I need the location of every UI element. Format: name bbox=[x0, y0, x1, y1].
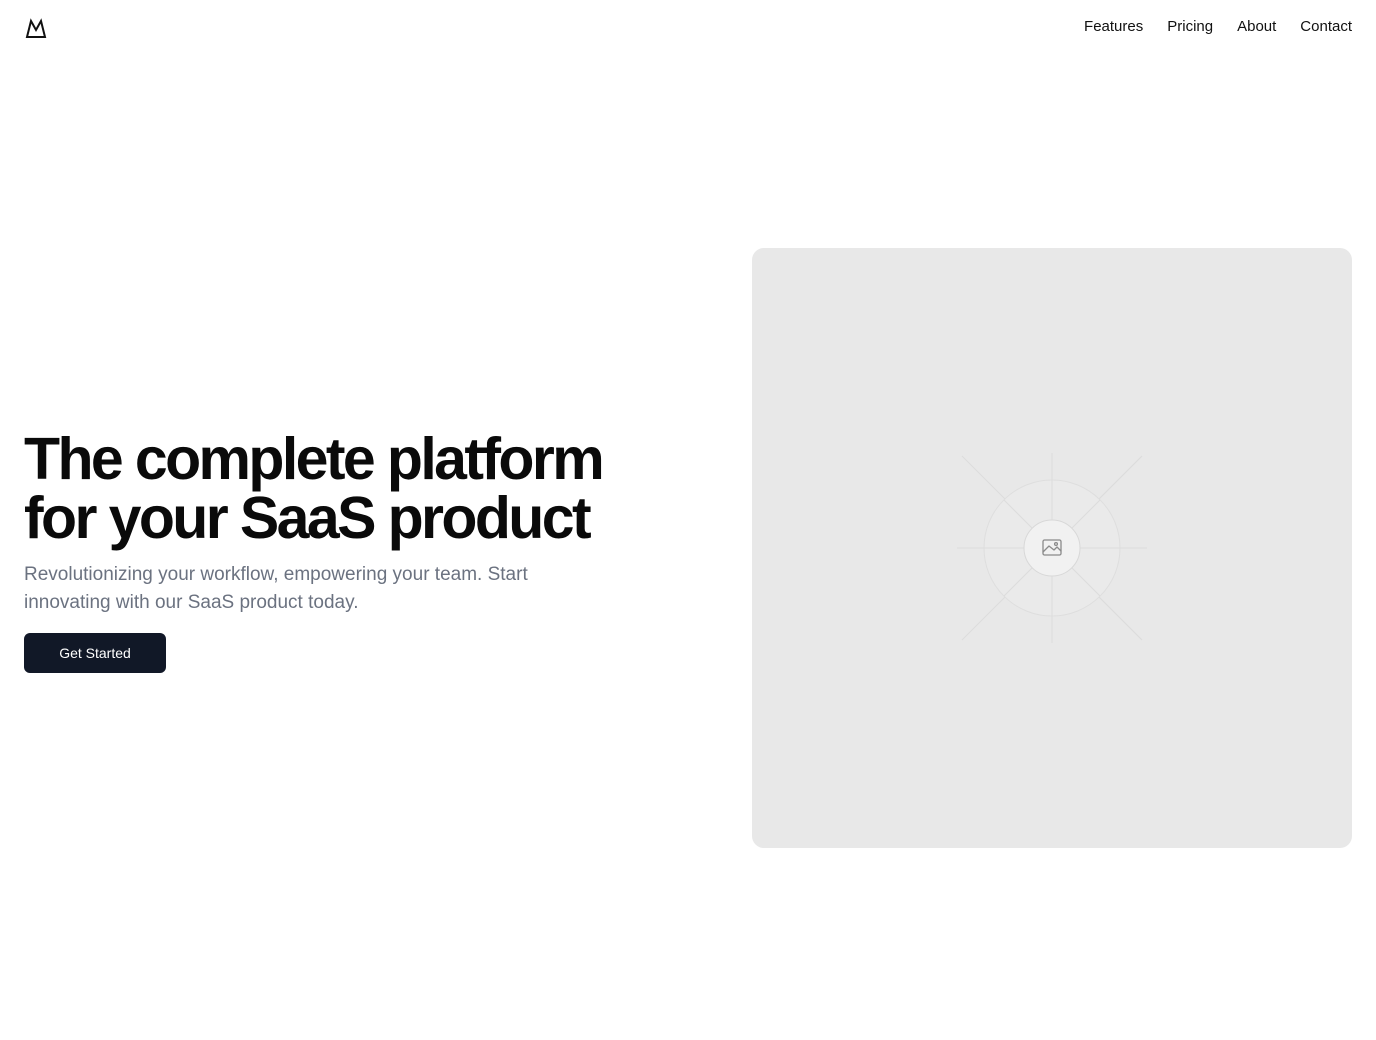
nav-features-link[interactable]: Features bbox=[1084, 17, 1143, 37]
hero-title: The complete platform for your SaaS produ… bbox=[24, 430, 664, 548]
hero-title-line-1: The complete platform bbox=[24, 426, 605, 492]
main-nav: Features Pricing About Contact bbox=[1084, 17, 1352, 37]
hero-subtitle: Revolutionizing your workflow, empowerin… bbox=[24, 564, 528, 613]
get-started-button[interactable]: Get Started bbox=[24, 633, 166, 673]
nav-about-link[interactable]: About bbox=[1237, 17, 1276, 37]
site-header: Features Pricing About Contact bbox=[0, 0, 1376, 56]
nav-contact-link[interactable]: Contact bbox=[1300, 17, 1352, 37]
nav-pricing-link[interactable]: Pricing bbox=[1167, 17, 1213, 37]
hero-title-line-2: for your SaaS product bbox=[24, 485, 592, 551]
mountain-logo-icon bbox=[25, 18, 47, 38]
hero-image-placeholder bbox=[752, 248, 1352, 848]
image-placeholder-icon bbox=[957, 453, 1147, 643]
hero-text: The complete platform for your SaaS produ… bbox=[24, 430, 664, 673]
landing-page: Features Pricing About Contact The compl… bbox=[0, 0, 1376, 1040]
